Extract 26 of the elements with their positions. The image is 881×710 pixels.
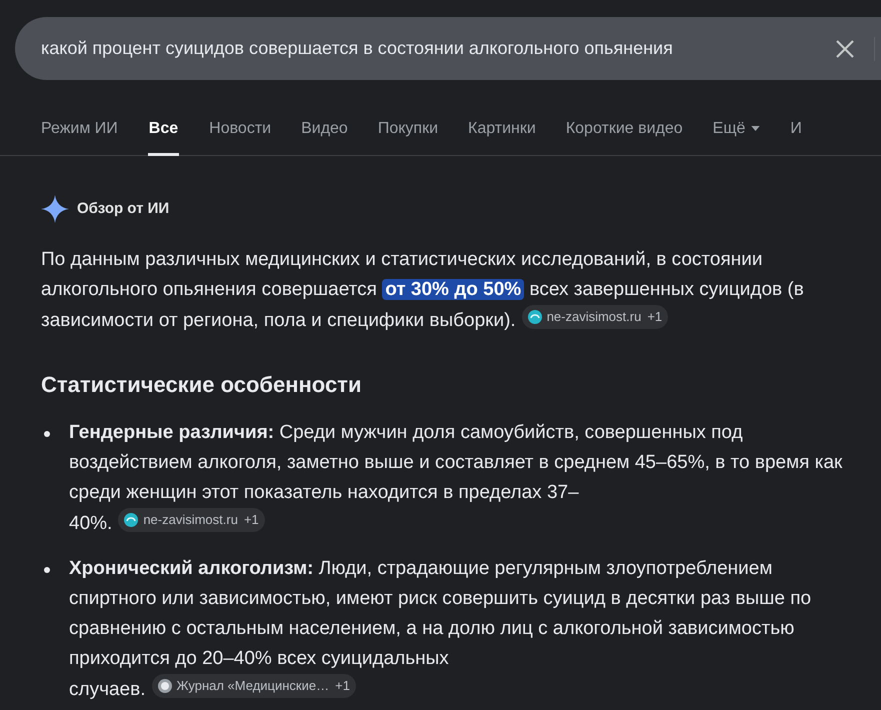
search-tab[interactable]: И	[790, 115, 802, 156]
source-chip[interactable]: ne-zavisimost.ru +1	[522, 305, 668, 329]
bullet-icon	[44, 431, 50, 437]
caret-icon	[751, 126, 760, 131]
search-tab[interactable]: Покупки	[378, 115, 438, 156]
overview-paragraph: По данным различных медицинских и статистических исследований, в состоянии алкогольного опьянения совершается от 30% до 50% всех завершенных суицидов (в зависимости от региона, пола и специфики выборки). ne-zavisimost.ru +1	[41, 248, 805, 333]
search-tab[interactable]: Картинки	[468, 115, 536, 156]
search-tab[interactable]: Новости	[209, 115, 272, 156]
favicon-icon	[158, 679, 172, 693]
favicon-icon	[528, 310, 542, 324]
overview-title: Обзор от ИИ	[77, 198, 170, 219]
bullet-text: Хронический алкоголизм: Люди, страдающие регулярным злоупотреблением спиртного или зависимостью, имеют риск совершить суицид в десятки раз выше по сравнению с остальным населением, а на долю лиц с алкогольной зависимостью приходится до 20–40% всех суицидальных случаев. Журнал «Медицинские… +1	[69, 557, 812, 702]
close-icon[interactable]	[835, 39, 855, 59]
bullet-icon	[44, 567, 50, 573]
search-tab[interactable]: Короткие видео	[566, 115, 683, 156]
search-tab[interactable]: Ещё	[712, 115, 760, 156]
source-chip[interactable]: Журнал «Медицинские… +1	[152, 674, 356, 698]
bullet-text: Гендерные различия: Среди мужчин доля самоубийств, совершенных под воздействием алкоголя, заметно выше и составляет в среднем 45–65%, в то время как среди женщин этот показатель находится в пределах 37– 40%. ne-zavisimost.ru +1	[69, 421, 844, 536]
favicon-icon	[124, 513, 138, 527]
search-tab[interactable]: Режим ИИ	[41, 115, 118, 156]
section-heading: Статистические особенности	[41, 371, 362, 399]
source-chip[interactable]: ne-zavisimost.ru +1	[118, 508, 265, 532]
search-tab[interactable]: Все	[148, 115, 180, 156]
search-field[interactable]: какой процент суицидов совершается в состоянии алкогольного опьянения	[15, 17, 881, 80]
search-tab[interactable]: Видео	[301, 115, 348, 156]
sparkle-icon	[41, 195, 69, 223]
